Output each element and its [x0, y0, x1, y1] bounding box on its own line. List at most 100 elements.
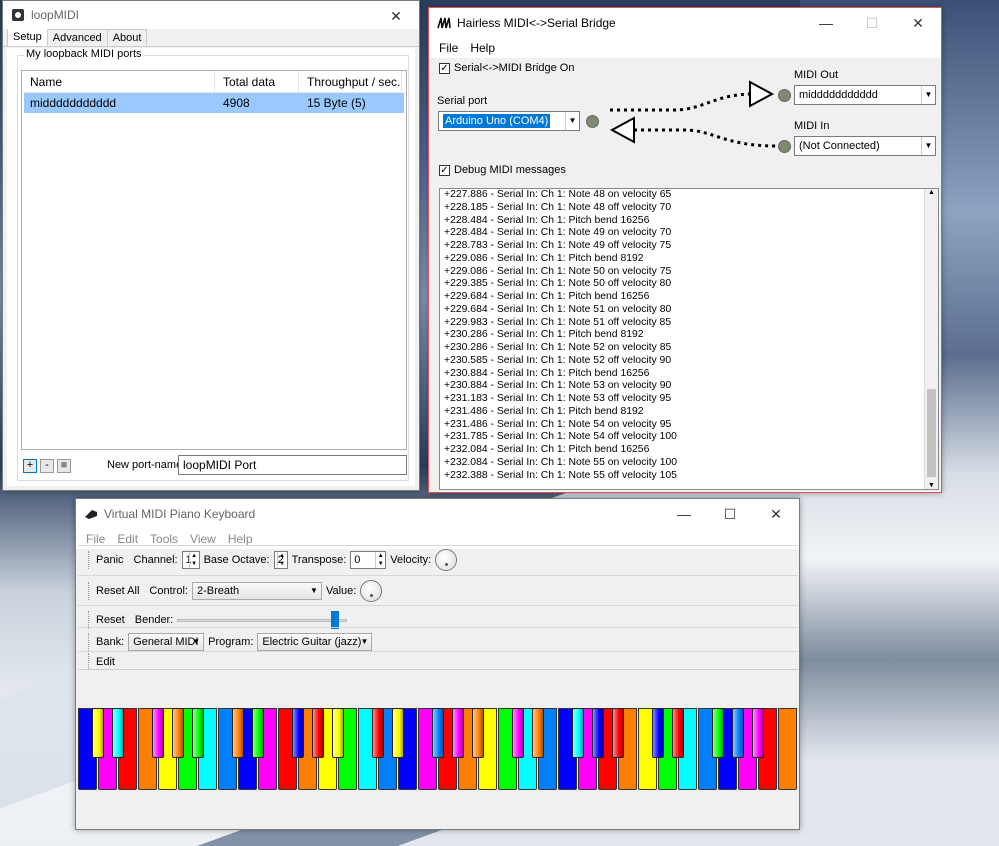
- black-key[interactable]: [592, 708, 604, 758]
- log-line: +230.884 - Serial In: Ch 1: Pitch bend 1…: [444, 367, 650, 379]
- value-dial[interactable]: [360, 579, 383, 602]
- scroll-down-icon[interactable]: ▼: [925, 482, 938, 489]
- stop-button[interactable]: ■: [57, 459, 71, 473]
- maximize-icon[interactable]: ☐: [707, 499, 753, 529]
- midi-out-select[interactable]: middddddddddd ▼: [794, 85, 936, 105]
- debug-checkbox[interactable]: ✓: [439, 165, 450, 176]
- log-line: +228.484 - Serial In: Ch 1: Note 49 on v…: [444, 227, 672, 239]
- toolbar-grip[interactable]: [88, 652, 90, 671]
- toolbar-grip[interactable]: [88, 581, 90, 600]
- column-header-name[interactable]: Name: [22, 71, 215, 92]
- menu-help[interactable]: Help: [464, 41, 501, 55]
- black-key[interactable]: [172, 708, 184, 758]
- bender-handle[interactable]: [331, 610, 340, 629]
- black-key[interactable]: [312, 708, 324, 758]
- bridge-on-label: Serial<->MIDI Bridge On: [454, 62, 575, 74]
- black-key[interactable]: [712, 708, 724, 758]
- piano-keyboard[interactable]: [78, 708, 798, 790]
- black-key[interactable]: [612, 708, 624, 758]
- velocity-dial[interactable]: [435, 548, 458, 571]
- log-line: +230.585 - Serial In: Ch 1: Note 52 off …: [444, 354, 672, 366]
- log-line: +230.884 - Serial In: Ch 1: Note 53 on v…: [444, 380, 672, 392]
- spin-arrows-icon[interactable]: ▲ ▼: [375, 551, 385, 568]
- toolbar-grip[interactable]: [88, 610, 90, 629]
- bank-label: Bank:: [96, 635, 125, 648]
- black-key[interactable]: [452, 708, 464, 758]
- transpose-spinbox[interactable]: 0 ▲ ▼: [350, 550, 387, 569]
- value-label: Value:: [325, 584, 357, 597]
- debug-log[interactable]: +227.886 - Serial In: Ch 1: Note 48 on v…: [439, 188, 939, 490]
- black-key[interactable]: [112, 708, 124, 758]
- close-icon[interactable]: ✕: [753, 499, 799, 529]
- base-octave-spinbox[interactable]: 2 ▲ ▼: [273, 550, 288, 569]
- tab-about[interactable]: About: [106, 29, 148, 46]
- edit-toolbar: Edit: [78, 651, 798, 671]
- control-select[interactable]: 2-Breath ▼: [191, 581, 322, 600]
- spin-arrows-icon[interactable]: ▲ ▼: [188, 551, 199, 568]
- toolbar-grip[interactable]: [88, 550, 90, 569]
- log-lines: +227.886 - Serial In: Ch 1: Note 48 on v…: [440, 189, 938, 482]
- serial-port-select[interactable]: Arduino Uno (COM4) ▼: [438, 111, 580, 131]
- midi-in-select[interactable]: (Not Connected) ▼: [794, 136, 936, 156]
- table-row[interactable]: middddddddddd 4908 15 Byte (5): [24, 93, 404, 113]
- black-key[interactable]: [152, 708, 164, 758]
- black-key[interactable]: [432, 708, 444, 758]
- program-select[interactable]: Electric Guitar (jazz) ▼: [257, 632, 373, 651]
- black-key[interactable]: [392, 708, 404, 758]
- black-key[interactable]: [752, 708, 764, 758]
- black-key[interactable]: [192, 708, 204, 758]
- bank-select[interactable]: General MIDI ▼: [128, 632, 205, 651]
- hairless-titlebar: Hairless MIDI<->Serial Bridge — ☐ ✕: [429, 8, 941, 38]
- panic-button[interactable]: Panic: [96, 554, 124, 566]
- tab-advanced[interactable]: Advanced: [46, 29, 108, 46]
- black-key[interactable]: [252, 708, 264, 758]
- white-key[interactable]: [778, 708, 797, 790]
- black-key[interactable]: [232, 708, 244, 758]
- spin-arrows-icon[interactable]: ▲ ▼: [276, 551, 287, 568]
- toolbar-grip[interactable]: [88, 632, 90, 651]
- reset-button[interactable]: Reset: [96, 614, 125, 626]
- close-icon[interactable]: ✕: [373, 1, 419, 31]
- ports-list[interactable]: Name Total data Throughput / sec. midddd…: [21, 70, 407, 450]
- close-icon[interactable]: ✕: [895, 8, 941, 38]
- minimize-icon[interactable]: —: [661, 499, 707, 529]
- bridge-on-checkbox[interactable]: ✓: [439, 63, 450, 74]
- reset-all-button[interactable]: Reset All: [96, 585, 139, 597]
- transpose-label: Transpose:: [291, 553, 347, 566]
- black-key[interactable]: [732, 708, 744, 758]
- black-key[interactable]: [652, 708, 664, 758]
- minimize-icon[interactable]: —: [803, 8, 849, 38]
- log-scrollbar[interactable]: ▲ ▼: [924, 189, 938, 489]
- menu-help[interactable]: Help: [222, 532, 259, 546]
- log-line: +228.185 - Serial In: Ch 1: Note 48 off …: [444, 201, 672, 213]
- add-port-button[interactable]: +: [23, 459, 37, 473]
- menu-file[interactable]: File: [80, 532, 111, 546]
- menu-edit[interactable]: Edit: [111, 532, 144, 546]
- menu-view[interactable]: View: [184, 532, 222, 546]
- black-key[interactable]: [332, 708, 344, 758]
- log-line: +231.183 - Serial In: Ch 1: Note 53 off …: [444, 393, 672, 404]
- column-header-throughput[interactable]: Throughput / sec.: [299, 71, 402, 92]
- maximize-icon[interactable]: ☐: [849, 8, 895, 38]
- tab-setup[interactable]: Setup: [7, 28, 48, 46]
- serial-port-value: Arduino Uno (COM4): [443, 114, 551, 128]
- black-key[interactable]: [472, 708, 484, 758]
- column-header-total-data[interactable]: Total data: [215, 71, 299, 92]
- menu-tools[interactable]: Tools: [144, 532, 184, 546]
- black-key[interactable]: [292, 708, 304, 758]
- menu-file[interactable]: File: [433, 41, 464, 55]
- scroll-up-icon[interactable]: ▲: [925, 189, 938, 196]
- black-key[interactable]: [512, 708, 524, 758]
- black-key[interactable]: [572, 708, 584, 758]
- black-key[interactable]: [372, 708, 384, 758]
- program-label: Program:: [208, 635, 254, 648]
- new-port-input[interactable]: loopMIDI Port: [178, 455, 407, 475]
- black-key[interactable]: [92, 708, 104, 758]
- scroll-thumb[interactable]: [927, 389, 936, 477]
- hairless-menubar: File Help: [429, 38, 941, 58]
- edit-button[interactable]: Edit: [96, 656, 115, 668]
- black-key[interactable]: [532, 708, 544, 758]
- remove-port-button[interactable]: -: [40, 459, 54, 473]
- black-key[interactable]: [672, 708, 684, 758]
- channel-spinbox[interactable]: 1 ▲ ▼: [181, 550, 200, 569]
